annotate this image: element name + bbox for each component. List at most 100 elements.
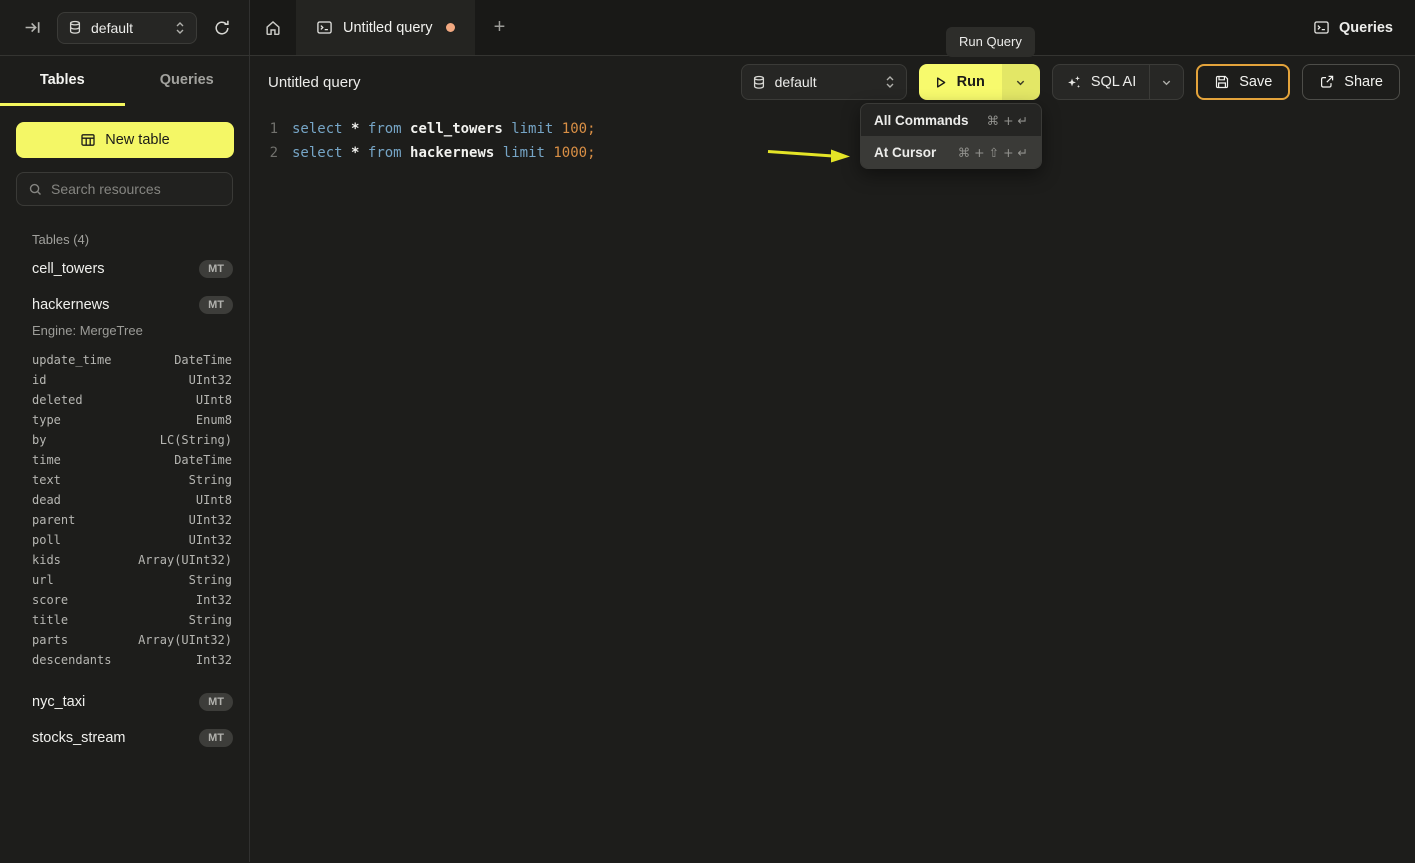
column-type: UInt32	[189, 510, 232, 530]
new-table-label: New table	[105, 132, 169, 148]
play-icon	[933, 75, 948, 90]
database-icon	[68, 20, 82, 35]
tables-list: cell_towersMThackernewsMTEngine: MergeTr…	[0, 251, 249, 756]
column-row: update_timeDateTime	[32, 350, 232, 370]
column-name: descendants	[32, 650, 111, 670]
sql-ai-options-caret[interactable]	[1149, 65, 1183, 99]
column-row: deleted UInt8	[32, 390, 232, 410]
toolbar-database-selector[interactable]: default	[741, 64, 907, 100]
column-name: deleted	[32, 390, 83, 410]
save-button[interactable]: Save	[1196, 64, 1290, 100]
chevron-down-icon	[1161, 77, 1172, 88]
tab-untitled-query[interactable]: Untitled query	[296, 0, 475, 55]
code-line[interactable]: 1select * from cell_towers limit 100;	[250, 117, 1415, 141]
column-row: titleString	[32, 610, 232, 630]
top-bar: default Untitled query	[0, 0, 1415, 56]
chevron-down-icon	[1015, 77, 1026, 88]
column-name: url	[32, 570, 54, 590]
new-table-button[interactable]: New table	[16, 122, 234, 158]
column-row: byLC(String)	[32, 430, 232, 450]
save-button-label: Save	[1239, 74, 1272, 90]
column-list: update_timeDateTimeidUInt32deletedUInt8t…	[0, 348, 249, 684]
column-row: typeEnum8	[32, 410, 232, 430]
tables-section-title: Tables (4)	[32, 232, 233, 247]
table-row-nyc_taxi[interactable]: nyc_taxiMT	[0, 684, 249, 720]
share-button-label: Share	[1344, 74, 1383, 90]
column-type: Enum8	[196, 410, 232, 430]
tab-queries[interactable]: Queries	[125, 56, 250, 106]
tab-tables[interactable]: Tables	[0, 56, 125, 106]
share-icon	[1319, 74, 1335, 90]
column-type: String	[189, 470, 232, 490]
annotation-arrow	[765, 143, 855, 165]
queries-button[interactable]: Queries	[1313, 19, 1393, 36]
database-icon	[752, 75, 766, 90]
table-name: nyc_taxi	[32, 694, 85, 710]
column-type: UInt32	[189, 530, 232, 550]
query-toolbar: Untitled query default	[250, 56, 1415, 108]
column-row: deadUInt8	[32, 490, 232, 510]
sidebar-tabs: Tables Queries	[0, 56, 249, 106]
menu-item-label: All Commands	[874, 113, 969, 128]
console-icon	[1313, 19, 1330, 36]
sql-editor[interactable]: 1select * from cell_towers limit 100;2 se…	[250, 108, 1415, 862]
terminal-icon	[316, 19, 333, 36]
column-row: timeDateTime	[32, 450, 232, 470]
collapse-sidebar-button[interactable]	[20, 15, 45, 40]
new-tab-button[interactable]: +	[475, 0, 523, 55]
column-row: scoreInt32	[32, 590, 232, 610]
column-row: textString	[32, 470, 232, 490]
table-name: hackernews	[32, 297, 109, 313]
refresh-button[interactable]	[209, 15, 235, 41]
unsaved-changes-dot	[446, 23, 455, 32]
query-title: Untitled query	[268, 74, 361, 91]
table-row-hackernews[interactable]: hackernewsMT	[0, 287, 249, 323]
column-name: poll	[32, 530, 61, 550]
column-type: LC(String)	[160, 430, 232, 450]
table-name: cell_towers	[32, 261, 105, 277]
menu-item-at-cursor[interactable]: At Cursor⌘ + ⇧ + ↵	[861, 136, 1041, 168]
share-button[interactable]: Share	[1302, 64, 1400, 100]
save-icon	[1214, 74, 1230, 90]
search-input[interactable]	[51, 181, 232, 197]
column-type: UInt8	[196, 390, 232, 410]
column-row: parentUInt32	[32, 510, 232, 530]
column-type: Array(UInt32)	[138, 630, 232, 650]
table-row-cell_towers[interactable]: cell_towersMT	[0, 251, 249, 287]
table-grid-icon	[80, 132, 96, 148]
sparkles-icon	[1066, 74, 1082, 90]
column-type: String	[189, 570, 232, 590]
home-button[interactable]	[250, 0, 296, 55]
collapse-sidebar-icon	[24, 19, 41, 36]
run-button[interactable]: Run	[919, 64, 1002, 100]
column-row: url String	[32, 570, 232, 590]
toolbar-actions: default Run	[741, 64, 1400, 100]
run-options-caret[interactable]	[1002, 64, 1040, 100]
line-number: 1	[250, 117, 278, 141]
column-name: kids	[32, 550, 61, 570]
column-row: poll UInt32	[32, 530, 232, 550]
engine-label: Engine: MergeTree	[0, 323, 249, 348]
chevron-up-down-icon	[174, 21, 186, 35]
column-row: descendantsInt32	[32, 650, 232, 670]
database-selector[interactable]: default	[57, 12, 197, 44]
run-button-label: Run	[957, 74, 985, 90]
home-icon	[264, 19, 282, 37]
column-type: String	[189, 610, 232, 630]
sidebar: Tables Queries New table Tables (4) cell…	[0, 56, 250, 862]
table-row-stocks_stream[interactable]: stocks_stream MT	[0, 720, 249, 756]
column-type: DateTime	[174, 350, 232, 370]
table-name: stocks_stream	[32, 730, 125, 746]
refresh-icon	[213, 19, 231, 37]
column-name: parts	[32, 630, 68, 650]
code-text: select * from hackernews limit 1000;	[292, 141, 596, 165]
menu-item-all-commands[interactable]: All Commands⌘ + ↵	[861, 104, 1041, 136]
sql-ai-button[interactable]: SQL AI	[1053, 65, 1149, 99]
menu-item-shortcut: ⌘ + ⇧ + ↵	[958, 145, 1028, 160]
column-name: dead	[32, 490, 61, 510]
engine-badge: MT	[199, 729, 233, 747]
line-number: 2	[250, 141, 278, 165]
chevron-up-down-icon	[884, 75, 896, 89]
column-type: Array(UInt32)	[138, 550, 232, 570]
toolbar-database-value: default	[775, 74, 875, 90]
